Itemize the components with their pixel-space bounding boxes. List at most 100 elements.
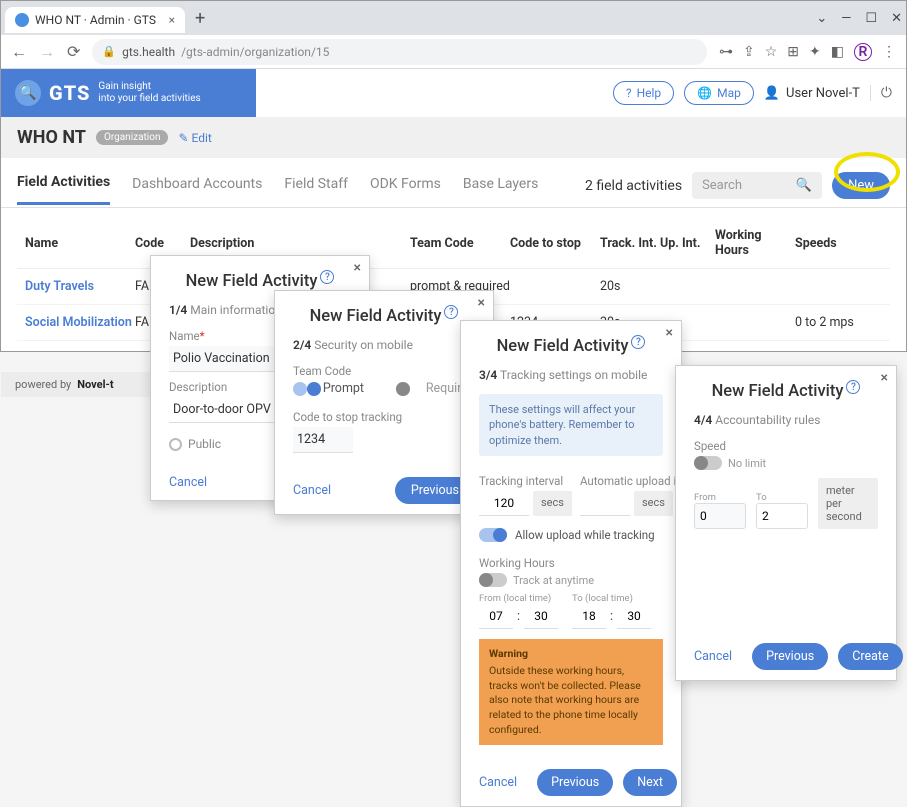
tab-dashboard-accounts[interactable]: Dashboard Accounts (132, 176, 262, 204)
help-icon[interactable]: ? (444, 305, 458, 319)
profile-avatar[interactable]: R (854, 43, 872, 61)
previous-button[interactable]: Previous (752, 643, 828, 670)
address-bar: ← → ⟳ 🔒 gts.health/gts-admin/organizatio… (1, 35, 906, 69)
brand-tagline-2: into your field activities (98, 93, 200, 105)
info-banner: These settings will affect your phone's … (479, 394, 663, 456)
required-toggle[interactable] (396, 382, 410, 396)
org-bar: WHO NT Organization ✎Edit (1, 117, 906, 158)
tab-base-layers[interactable]: Base Layers (463, 176, 538, 204)
puzzle-icon[interactable]: ✦ (809, 44, 821, 60)
close-icon[interactable]: × (666, 325, 673, 341)
create-button[interactable]: Create (838, 643, 902, 670)
reload-icon[interactable]: ⟳ (67, 42, 80, 61)
help-icon[interactable]: ? (320, 270, 334, 284)
row-name-link[interactable]: Duty Travels (25, 279, 135, 294)
key-icon[interactable]: ⊶ (719, 44, 733, 60)
new-button[interactable]: New (832, 172, 890, 199)
tab-field-staff[interactable]: Field Staff (284, 176, 348, 204)
col-speed: Speeds (795, 236, 865, 251)
radio-icon (169, 438, 182, 451)
close-window-icon[interactable]: ✕ (891, 11, 902, 26)
favicon-icon (15, 13, 29, 27)
tab-title: WHO NT · Admin · GTS (35, 13, 156, 27)
col-wh: Working Hours (715, 228, 795, 258)
org-badge: Organization (96, 130, 169, 145)
cancel-button[interactable]: Cancel (169, 475, 207, 490)
panel-icon[interactable]: ◧ (831, 44, 844, 60)
cancel-button[interactable]: Cancel (293, 483, 331, 498)
from-hour-input[interactable] (479, 604, 513, 629)
edit-link[interactable]: ✎Edit (178, 131, 211, 145)
from-min-input[interactable] (524, 604, 558, 629)
brand-logo-icon: 🔍 (15, 80, 41, 106)
row-name-link[interactable]: Social Mobilization (25, 315, 135, 330)
help-icon[interactable]: ? (631, 335, 645, 349)
col-track: Track. Int. (600, 236, 660, 251)
star-icon[interactable]: ☆ (765, 44, 778, 60)
globe-icon: 🌐 (697, 86, 712, 100)
org-title: WHO NT (17, 127, 86, 148)
nolimit-toggle[interactable] (694, 456, 722, 470)
speed-to-input[interactable] (756, 503, 808, 529)
search-icon: 🔍 (796, 178, 812, 193)
lock-icon: 🔒 (102, 45, 116, 58)
anytime-toggle[interactable] (479, 573, 507, 587)
tracking-interval-input[interactable] (479, 491, 529, 516)
tab-close-icon[interactable]: × (169, 13, 175, 27)
prompt-toggle[interactable] (293, 382, 307, 396)
brand-name: GTS (49, 81, 90, 105)
app-topbar: 🔍 GTS Gain insight into your field activ… (1, 69, 906, 117)
help-button[interactable]: ?Help (613, 81, 674, 105)
grid-header-row: Name Code Description Team Code Code to … (17, 218, 890, 269)
maximize-icon[interactable]: ☐ (865, 11, 877, 26)
url-path: /gts-admin/organization/15 (181, 45, 329, 59)
brand-tagline-1: Gain insight (98, 81, 200, 93)
allow-upload-toggle[interactable] (479, 528, 507, 542)
extension-icon[interactable]: ⊞ (787, 44, 799, 60)
col-desc: Description (190, 236, 410, 251)
warning-banner: WarningOutside these working hours, trac… (479, 639, 663, 745)
chevron-down-icon[interactable]: ⌄ (816, 11, 827, 26)
pencil-icon: ✎ (178, 131, 188, 145)
modal-step-4: New Field Activity?× 4/4 Accountability … (675, 365, 897, 681)
speed-from-input[interactable] (694, 503, 746, 529)
col-up: Up. Int. (660, 236, 715, 251)
modal-step-3: New Field Activity?× 3/4 Tracking settin… (460, 320, 682, 807)
to-min-input[interactable] (617, 604, 651, 629)
close-icon[interactable]: × (881, 370, 888, 386)
cancel-button[interactable]: Cancel (694, 649, 732, 664)
new-tab-button[interactable]: + (195, 8, 205, 29)
upload-interval-input[interactable] (580, 491, 630, 516)
next-button[interactable]: Next (623, 769, 677, 796)
brand-block: 🔍 GTS Gain insight into your field activ… (1, 69, 256, 117)
stop-code-input[interactable] (293, 427, 353, 453)
tab-field-activities[interactable]: Field Activities (17, 174, 110, 205)
tabs-bar: Field Activities Dashboard Accounts Fiel… (1, 158, 906, 208)
to-hour-input[interactable] (572, 604, 606, 629)
share-icon[interactable]: ⇪ (743, 44, 755, 60)
previous-button[interactable]: Previous (537, 769, 613, 796)
close-icon[interactable]: × (354, 260, 361, 276)
map-button[interactable]: 🌐Map (684, 81, 754, 105)
speed-unit: meter per second (818, 478, 878, 529)
col-code: Code (135, 236, 190, 251)
user-chip[interactable]: 👤User Novel-T (764, 86, 860, 101)
activity-count: 2 field activities (585, 178, 682, 194)
col-team: Team Code (410, 236, 510, 251)
modal-title: New Field Activity?× (676, 366, 896, 407)
url-host: gts.health (122, 45, 175, 59)
url-field[interactable]: 🔒 gts.health/gts-admin/organization/15 (92, 39, 707, 65)
menu-icon[interactable]: ⋮ (882, 44, 896, 60)
user-icon: 👤 (764, 86, 780, 101)
close-icon[interactable]: × (478, 295, 485, 311)
search-input[interactable]: Search🔍 (692, 172, 822, 199)
minimize-icon[interactable]: — (841, 11, 851, 26)
tab-odk-forms[interactable]: ODK Forms (370, 176, 441, 204)
browser-tab[interactable]: WHO NT · Admin · GTS × (5, 7, 185, 33)
back-icon[interactable]: ← (11, 42, 27, 62)
cancel-button[interactable]: Cancel (479, 775, 517, 790)
footer-brand: Novel-t (77, 378, 113, 391)
help-icon[interactable]: ? (846, 380, 860, 394)
power-icon[interactable]: ⏻ (870, 85, 892, 101)
col-stop: Code to stop (510, 236, 600, 251)
